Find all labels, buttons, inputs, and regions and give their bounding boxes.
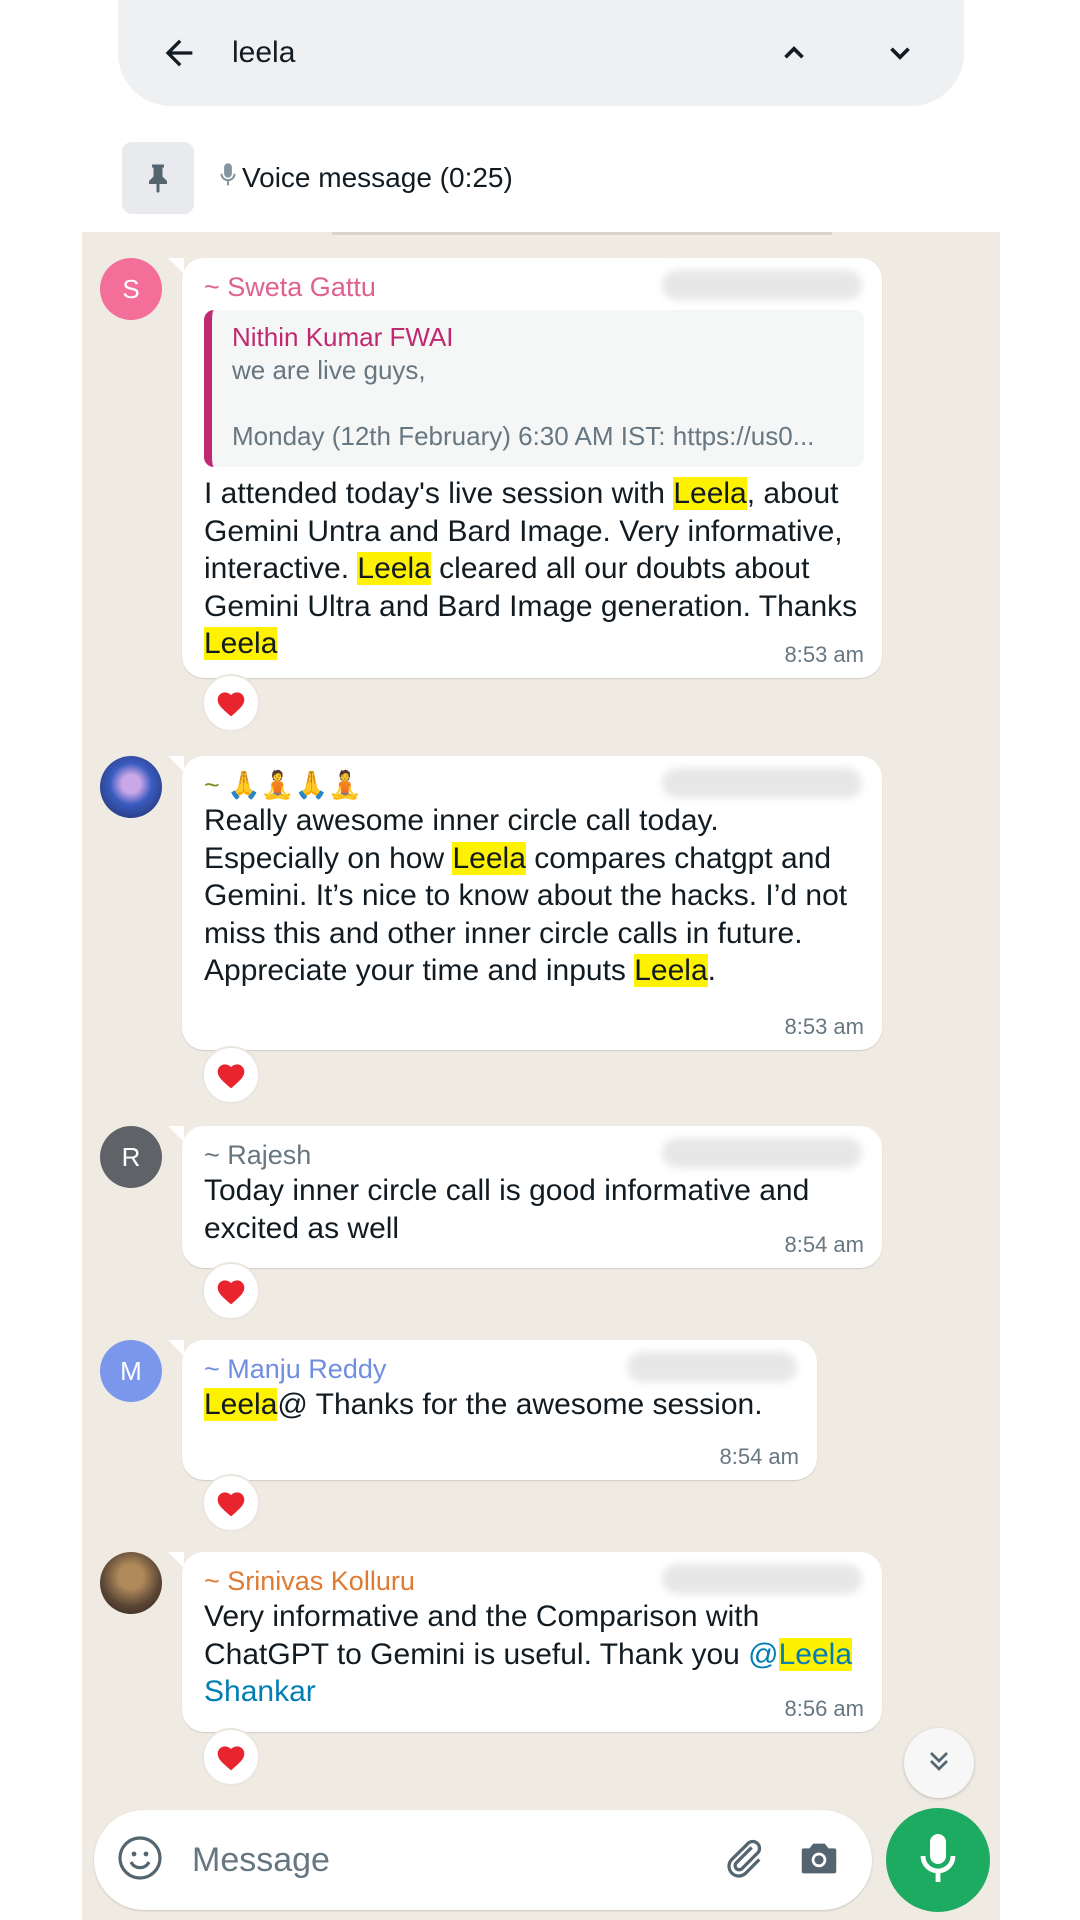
search-input[interactable]	[230, 35, 716, 71]
mic-small-icon	[220, 162, 236, 195]
pinned-label: Voice message (0:25)	[242, 162, 513, 193]
mic-icon	[918, 1832, 958, 1889]
double-chevron-down-icon	[923, 1745, 955, 1782]
avatar[interactable]	[100, 756, 162, 818]
pinned-message[interactable]: Voice message (0:25)	[122, 142, 513, 214]
search-highlight: Leela	[204, 627, 278, 660]
sender-phone-redacted	[662, 270, 862, 300]
search-highlight: Leela	[634, 954, 708, 987]
heart-reaction-icon[interactable]	[202, 1046, 260, 1104]
heart-reaction-icon[interactable]	[202, 1728, 260, 1786]
heart-reaction-icon[interactable]	[202, 1262, 260, 1320]
chat-area: S ~ Sweta Gattu Nithin Kumar FWAI we are…	[82, 232, 1000, 1920]
message-text: Really awesome inner circle call today. …	[204, 804, 848, 987]
message-time: 8:54 am	[784, 1232, 865, 1257]
scroll-to-bottom-button[interactable]	[904, 1728, 974, 1798]
sender-phone-redacted	[662, 1138, 862, 1168]
avatar[interactable]: M	[100, 1340, 162, 1402]
emoji-icon[interactable]	[116, 1834, 164, 1887]
search-highlight: Leela	[673, 477, 747, 510]
sender-phone-redacted	[662, 1564, 862, 1594]
avatar[interactable]: S	[100, 258, 162, 320]
quote-line: Monday (12th February) 6:30 AM IST: http…	[232, 421, 815, 451]
chevron-down-icon[interactable]	[872, 25, 928, 81]
quote-author: Nithin Kumar FWAI	[232, 322, 454, 352]
message-composer	[94, 1810, 872, 1910]
message-bubble[interactable]: ~ Srinivas Kolluru Very informative and …	[168, 1552, 882, 1732]
message-text: Leela@ Thanks for the awesome session.	[204, 1388, 763, 1421]
search-highlight: Leela	[452, 841, 526, 875]
message-bubble[interactable]: ~ Sweta Gattu Nithin Kumar FWAI we are l…	[168, 258, 882, 678]
voice-record-button[interactable]	[886, 1808, 990, 1912]
pin-icon	[122, 142, 194, 214]
message-input[interactable]	[190, 1839, 720, 1881]
quote-line: we are live guys,	[232, 355, 426, 385]
search-highlight: Leela	[778, 1637, 853, 1671]
back-arrow-icon[interactable]	[154, 28, 204, 78]
message-time: 8:53 am	[784, 1014, 865, 1039]
message-bubble[interactable]: ~ Rajesh Today inner circle call is good…	[168, 1126, 882, 1268]
quoted-message[interactable]: Nithin Kumar FWAI we are live guys, Mond…	[204, 310, 864, 467]
avatar[interactable]	[100, 1552, 162, 1614]
message-time: 8:53 am	[784, 642, 865, 667]
search-highlight: Leela	[204, 1388, 278, 1421]
chevron-up-icon[interactable]	[766, 25, 822, 81]
attach-icon[interactable]	[720, 1835, 766, 1886]
heart-reaction-icon[interactable]	[202, 674, 260, 732]
avatar[interactable]: R	[100, 1126, 162, 1188]
camera-icon[interactable]	[796, 1835, 842, 1886]
message-bubble[interactable]: ~ Manju Reddy Leela@ Thanks for the awes…	[168, 1340, 817, 1480]
message-bubble[interactable]: ~ 🙏🧘🙏🧘 Really awesome inner circle call …	[168, 756, 882, 1050]
sender-phone-redacted	[662, 768, 862, 798]
search-bar	[118, 0, 964, 106]
message-text: Today inner circle call is good informat…	[204, 1174, 810, 1245]
message-time: 8:56 am	[784, 1696, 865, 1721]
heart-reaction-icon[interactable]	[202, 1474, 260, 1532]
message-time: 8:54 am	[719, 1444, 800, 1469]
search-highlight: Leela	[357, 552, 431, 585]
message-text: I attended today's live session with Lee…	[204, 477, 858, 660]
sender-phone-redacted	[627, 1352, 797, 1382]
message-text: Very informative and the Comparison with…	[204, 1600, 853, 1708]
